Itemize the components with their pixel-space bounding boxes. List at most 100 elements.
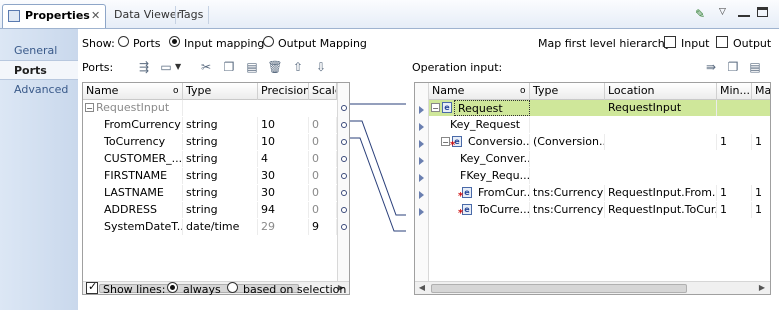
- port-connector[interactable]: [341, 156, 347, 162]
- table-row[interactable]: ADDRESS string 94 0: [83, 202, 337, 218]
- input-connector-icon[interactable]: [419, 140, 424, 148]
- nav-advanced[interactable]: Advanced: [0, 80, 78, 100]
- table-row[interactable]: − RequestInput: [83, 100, 337, 116]
- collapse-icon[interactable]: −: [441, 137, 450, 147]
- new-port-icon[interactable]: ▭: [158, 59, 174, 75]
- port-connector[interactable]: [341, 207, 347, 213]
- hierarchy-icon[interactable]: ⇶: [136, 59, 152, 75]
- table-row[interactable]: e * FromCur... tns:Currency RequestInput…: [429, 185, 770, 202]
- table-row[interactable]: Key_Request: [429, 117, 770, 133]
- element-icon: e: [442, 102, 452, 113]
- scroll-thumb[interactable]: [431, 284, 687, 293]
- port-precision: 10: [258, 134, 309, 150]
- port-precision: 10: [258, 117, 309, 133]
- show-lines-always-radio[interactable]: [167, 282, 178, 295]
- port-connector[interactable]: [341, 105, 347, 111]
- maximize-icon[interactable]: [757, 7, 768, 17]
- copy-icon[interactable]: ❐: [725, 59, 741, 75]
- ports-label: Ports:: [82, 61, 114, 74]
- column-header-precision[interactable]: Precision: [258, 83, 309, 100]
- show-ports-radio[interactable]: [118, 36, 129, 49]
- chevron-down-icon[interactable]: ▼: [175, 62, 181, 71]
- column-header-name[interactable]: Name o: [429, 83, 530, 100]
- port-type: string: [183, 117, 258, 133]
- cut-icon[interactable]: ✂: [198, 59, 214, 75]
- nav-general[interactable]: General: [0, 41, 78, 61]
- operation-min: 1: [717, 202, 752, 218]
- column-header-scale[interactable]: Scale: [309, 83, 337, 100]
- table-row[interactable]: Key_Conver...: [429, 151, 770, 167]
- table-row[interactable]: LASTNAME string 30 0: [83, 185, 337, 201]
- table-row[interactable]: FromCurrency string 10 0: [83, 117, 337, 133]
- column-header-type[interactable]: Type: [530, 83, 605, 100]
- delete-icon[interactable]: 🗑: [267, 59, 283, 75]
- operation-location: [605, 134, 717, 150]
- show-ports-label: Ports: [133, 37, 161, 50]
- table-row[interactable]: FIRSTNAME string 30 0: [83, 168, 337, 184]
- column-header-max[interactable]: Max...: [752, 83, 770, 100]
- close-icon[interactable]: ✕: [91, 5, 100, 27]
- operation-name: ToCurre...: [475, 202, 530, 218]
- port-connector[interactable]: [341, 173, 347, 179]
- operation-horizontal-scrollbar[interactable]: ◀ ▶: [415, 281, 770, 294]
- port-type: string: [183, 185, 258, 201]
- scroll-right-icon[interactable]: ▶: [756, 282, 768, 294]
- table-row[interactable]: FKey_Requ...: [429, 168, 770, 184]
- column-label: Name: [86, 84, 119, 97]
- column-header-location[interactable]: Location: [605, 83, 717, 100]
- column-header-type[interactable]: Type: [183, 83, 258, 100]
- port-connector[interactable]: [341, 122, 347, 128]
- show-input-mapping-label: Input mapping: [184, 37, 265, 50]
- input-connector-icon[interactable]: [419, 157, 424, 165]
- input-connector-icon[interactable]: [419, 174, 424, 182]
- table-row[interactable]: SystemDateT... date/time 29 9: [83, 219, 337, 235]
- paste-icon[interactable]: ▤: [747, 59, 763, 75]
- minimize-icon[interactable]: [738, 5, 750, 17]
- show-lines-selection-radio[interactable]: [227, 282, 238, 295]
- port-precision: 30: [258, 185, 309, 201]
- table-row[interactable]: − e Request RequestInput: [429, 100, 770, 116]
- table-row[interactable]: ToCurrency string 10 0: [83, 134, 337, 150]
- operation-input-table: Name o Type Location Min... Max... − e R…: [414, 82, 771, 295]
- ports-table: Name o Type Precision Scale − RequestInp…: [82, 82, 350, 295]
- input-connector-icon[interactable]: [419, 191, 424, 199]
- operation-name: Conversio...: [465, 134, 530, 150]
- collapse-icon[interactable]: −: [431, 103, 440, 113]
- input-connector-icon[interactable]: [419, 123, 424, 131]
- input-connector-icon[interactable]: [419, 106, 424, 114]
- scroll-left-icon[interactable]: ◀: [416, 282, 428, 294]
- port-scale: 9: [309, 219, 337, 235]
- column-header-min[interactable]: Min...: [717, 83, 752, 100]
- move-down-icon[interactable]: ⇩: [313, 59, 329, 75]
- tab-tags[interactable]: Tags: [173, 4, 209, 28]
- map-output-checkbox[interactable]: [716, 36, 728, 49]
- nav-ports[interactable]: Ports: [0, 60, 78, 80]
- port-connector[interactable]: [341, 190, 347, 196]
- move-up-icon[interactable]: ⇧: [290, 59, 306, 75]
- table-row[interactable]: − e * Conversio... (Conversion... 1 1: [429, 134, 770, 151]
- port-connector[interactable]: [341, 224, 347, 230]
- input-connector-icon[interactable]: [419, 208, 424, 216]
- left-nav: General Ports Advanced: [0, 29, 78, 310]
- port-scale: 0: [309, 151, 337, 167]
- view-menu-icon[interactable]: ▽: [719, 7, 726, 17]
- show-lines-checkbox[interactable]: [86, 280, 98, 295]
- port-name: CUSTOMER_...: [101, 151, 183, 167]
- map-input-checkbox[interactable]: [664, 36, 676, 49]
- table-row[interactable]: CUSTOMER_... string 4 0: [83, 151, 337, 167]
- column-header-name[interactable]: Name o: [83, 83, 183, 100]
- ports-rows: − RequestInput FromCurrency string 10 0 …: [83, 100, 337, 282]
- show-output-mapping-radio[interactable]: [263, 36, 274, 49]
- pin-icon[interactable]: ✎: [695, 7, 709, 21]
- copy-icon[interactable]: ❐: [221, 59, 237, 75]
- show-input-mapping-radio[interactable]: [169, 36, 180, 49]
- operation-max: 1: [752, 134, 770, 150]
- table-row[interactable]: e * ToCurre... tns:Currency RequestInput…: [429, 202, 770, 219]
- tab-properties[interactable]: Properties ✕: [2, 4, 106, 28]
- port-connector[interactable]: [341, 139, 347, 145]
- map-auto-icon[interactable]: ⇛: [703, 59, 719, 75]
- operation-input-label: Operation input:: [412, 61, 503, 74]
- paste-icon[interactable]: ▤: [244, 59, 260, 75]
- port-name: SystemDateT...: [101, 219, 183, 235]
- operation-max: 1: [752, 202, 770, 218]
